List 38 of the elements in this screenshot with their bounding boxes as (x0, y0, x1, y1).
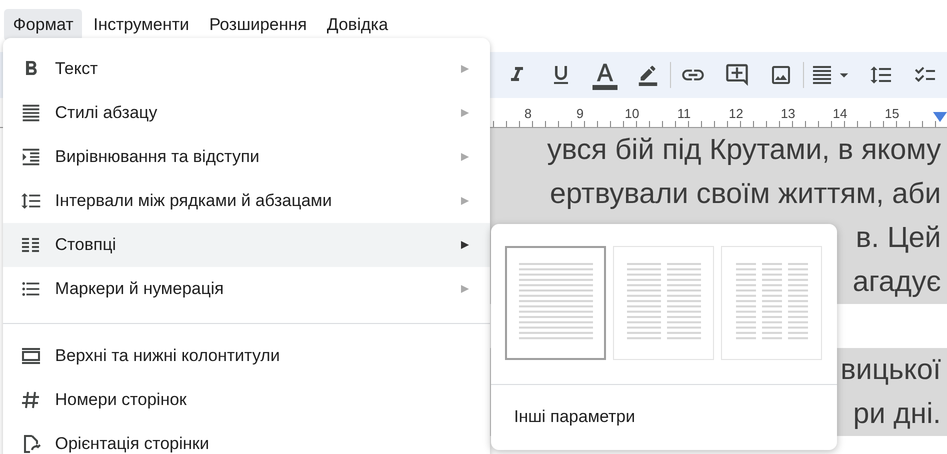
document-text: вицької (840, 354, 941, 386)
indent-icon (20, 146, 42, 168)
menu-item[interactable]: Стовпці (3, 223, 490, 267)
column-option[interactable] (505, 246, 606, 360)
document-text: ри дні. (853, 398, 941, 430)
paragraph-icon (20, 102, 42, 124)
ruler-number: 15 (884, 106, 900, 123)
columns-icon (21, 236, 41, 254)
hash-icon (21, 390, 41, 410)
menu-bar-item[interactable]: Інструменти (84, 9, 198, 41)
menu-item[interactable]: Орієнтація сторінки (3, 422, 490, 454)
indent-marker-icon[interactable] (933, 112, 947, 122)
ruler-number: 14 (832, 106, 848, 123)
ruler-number: 13 (780, 106, 796, 123)
ruler-number: 12 (728, 106, 744, 123)
menu-item[interactable]: Верхні та нижні колонтитули (3, 334, 490, 378)
highlighter-icon[interactable] (637, 64, 660, 86)
menu-item[interactable]: Стилі абзацу (3, 91, 490, 135)
document-text: ертвували своїм життям, аби (550, 178, 941, 210)
menu-item[interactable]: Номери сторінок (3, 378, 490, 422)
ruler-number: 8 (523, 106, 533, 123)
ruler-number: 10 (624, 106, 640, 123)
menu-item[interactable]: Інтервали між рядками й абзацами (3, 179, 490, 223)
document-text: увся бій під Крутами, в якому (547, 134, 941, 166)
menu-item[interactable]: Маркери й нумерація (3, 267, 490, 311)
ruler-number: 9 (575, 106, 585, 123)
document-text: в. Цей (856, 222, 941, 254)
ruler-number: 11 (676, 106, 692, 123)
page-rotate-icon (21, 434, 41, 454)
menu-bar-item[interactable]: Розширення (200, 9, 316, 41)
add-comment-icon[interactable] (724, 62, 750, 88)
menu-bar-item[interactable]: Довідка (318, 9, 398, 41)
menu-bar-item[interactable]: Формат (4, 9, 82, 41)
menu-item[interactable]: Вирівнювання та відступи (3, 135, 490, 179)
header-footer-icon (21, 347, 41, 365)
document-text: агадує (852, 266, 941, 298)
more-options-item[interactable]: Інші параметри (491, 385, 837, 427)
menu-item[interactable]: Текст (3, 47, 490, 91)
